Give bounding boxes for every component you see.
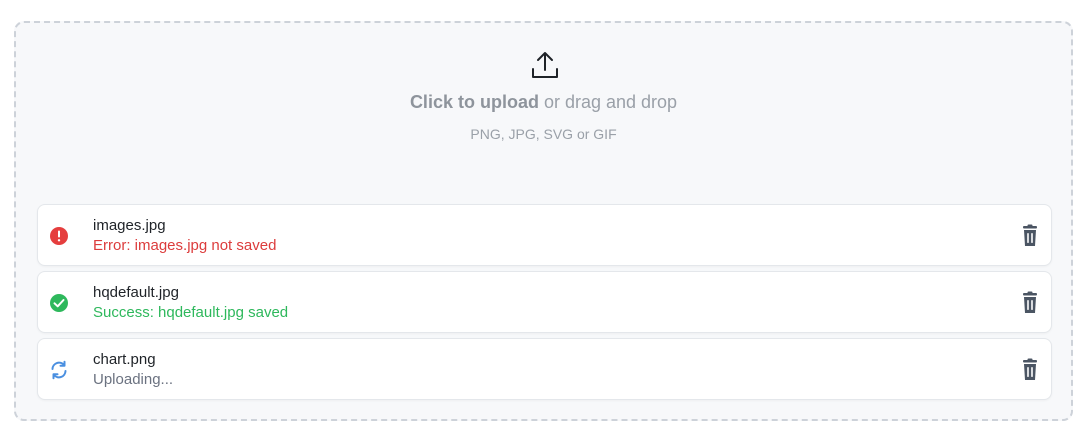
check-circle-icon bbox=[50, 294, 68, 312]
error-icon bbox=[50, 227, 68, 245]
trash-icon[interactable] bbox=[1019, 358, 1041, 382]
drag-drop-text: or drag and drop bbox=[538, 92, 678, 112]
upload-dropzone[interactable]: Click to upload or drag and drop PNG, JP… bbox=[14, 21, 1073, 421]
file-name: images.jpg bbox=[93, 217, 166, 234]
click-to-upload-link[interactable]: Click to upload bbox=[410, 92, 539, 112]
file-item: hqdefault.jpg Success: hqdefault.jpg sav… bbox=[37, 271, 1052, 333]
refresh-icon bbox=[51, 360, 67, 380]
file-type-hint: PNG, JPG, SVG or GIF bbox=[470, 126, 617, 142]
file-name: chart.png bbox=[93, 351, 156, 368]
upload-icon bbox=[532, 52, 558, 78]
trash-icon[interactable] bbox=[1019, 291, 1041, 315]
file-status: Uploading... bbox=[93, 371, 174, 388]
file-item: images.jpg Error: images.jpg not saved bbox=[37, 204, 1052, 266]
file-list: images.jpg Error: images.jpg not saved h… bbox=[37, 204, 1052, 405]
file-name: hqdefault.jpg bbox=[93, 284, 179, 301]
trash-icon[interactable] bbox=[1019, 224, 1041, 248]
file-status: Error: images.jpg not saved bbox=[93, 237, 277, 254]
upload-instruction: Click to upload or drag and drop bbox=[16, 92, 1071, 113]
file-item: chart.png Uploading... bbox=[37, 338, 1052, 400]
file-status: Success: hqdefault.jpg saved bbox=[93, 304, 289, 321]
